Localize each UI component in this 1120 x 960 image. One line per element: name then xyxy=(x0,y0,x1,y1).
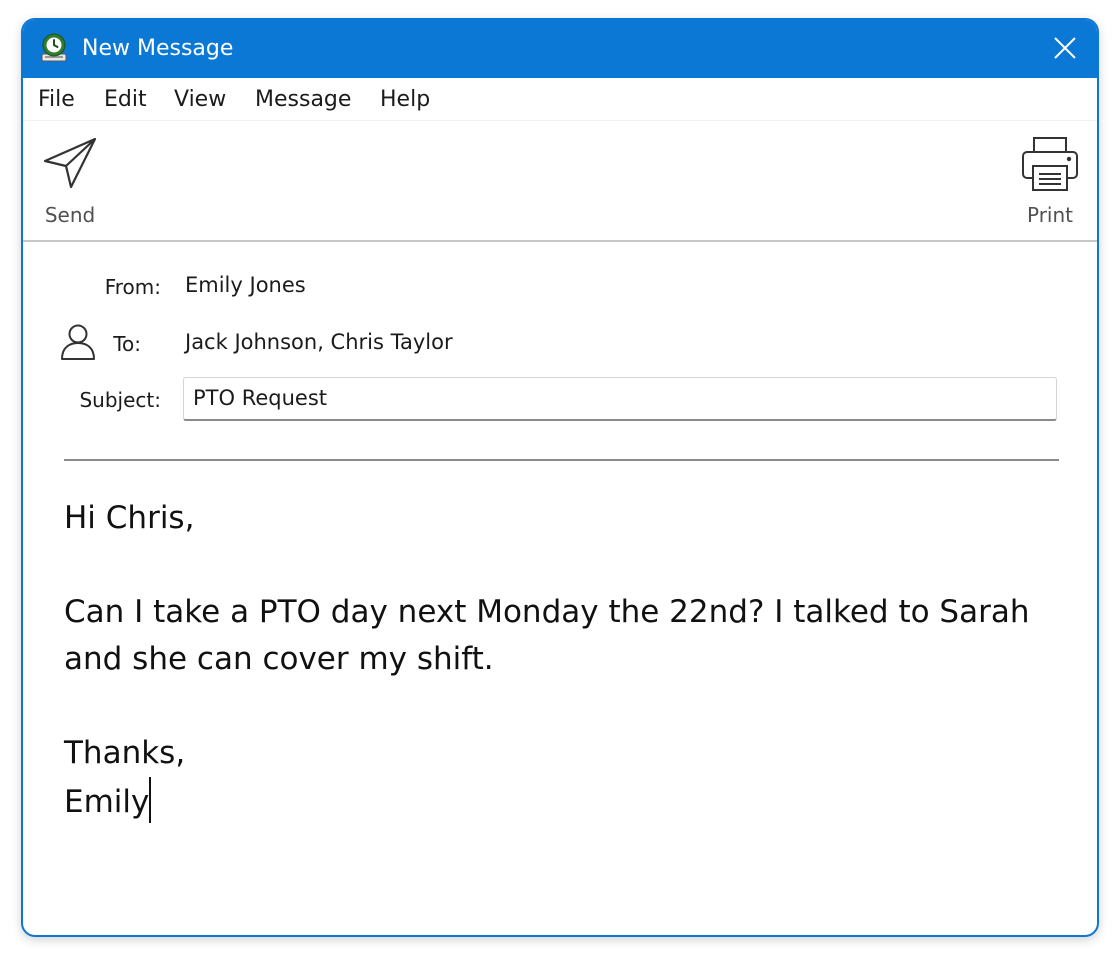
body-divider xyxy=(64,459,1059,461)
print-label: Print xyxy=(1026,203,1073,227)
print-button[interactable]: Print xyxy=(1013,121,1087,239)
menu-bar: File Edit View Message Help xyxy=(23,78,1097,120)
to-value[interactable]: Jack Johnson, Chris Taylor xyxy=(185,330,453,354)
close-button[interactable] xyxy=(1025,20,1097,78)
to-label: To: xyxy=(113,332,141,356)
mail-app-icon xyxy=(40,33,68,63)
menu-help[interactable]: Help xyxy=(380,86,430,114)
toolbar-divider xyxy=(23,240,1097,242)
paper-plane-icon xyxy=(43,137,97,189)
window-title: New Message xyxy=(82,36,234,61)
subject-label: Subject: xyxy=(79,388,161,412)
close-icon xyxy=(1054,37,1076,59)
from-value: Emily Jones xyxy=(185,273,306,297)
from-label: From: xyxy=(104,275,161,299)
message-body-text: Hi Chris, Can I take a PTO day next Mond… xyxy=(64,500,1030,820)
send-label: Send xyxy=(44,203,96,227)
text-cursor xyxy=(149,777,152,823)
subject-input[interactable]: PTO Request xyxy=(183,377,1057,421)
message-body[interactable]: Hi Chris, Can I take a PTO day next Mond… xyxy=(64,495,1054,895)
menu-message[interactable]: Message xyxy=(255,86,351,114)
title-bar: New Message xyxy=(23,20,1097,78)
menu-edit[interactable]: Edit xyxy=(104,86,147,114)
send-button[interactable]: Send xyxy=(33,121,107,239)
menu-file[interactable]: File xyxy=(38,86,75,114)
printer-icon xyxy=(1022,137,1078,191)
message-window: New Message File Edit View Message Help … xyxy=(21,18,1099,937)
person-icon[interactable] xyxy=(60,323,96,365)
toolbar: Send Print xyxy=(23,120,1097,242)
menu-view[interactable]: View xyxy=(174,86,226,114)
